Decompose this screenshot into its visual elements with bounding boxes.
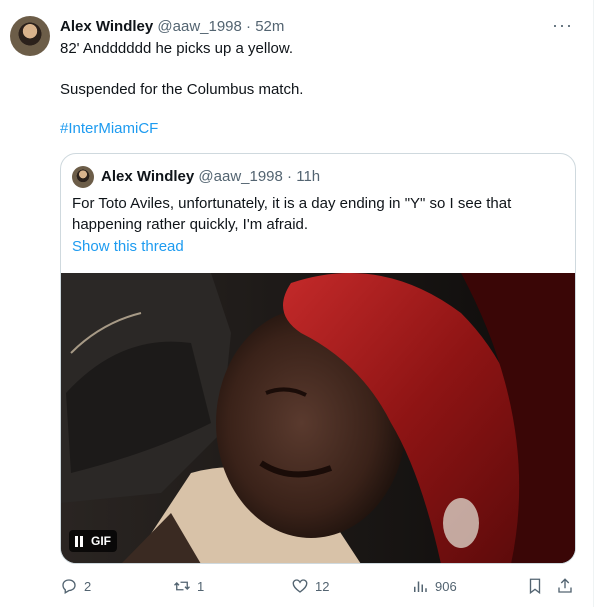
author-handle[interactable]: @aaw_1998 xyxy=(157,18,241,35)
gif-label: GIF xyxy=(91,534,111,548)
views-chart-icon xyxy=(414,581,427,592)
retweet-icon xyxy=(174,581,190,591)
tweet[interactable]: Alex Windley @aaw_1998 · 52m ··· 82' And… xyxy=(0,0,594,607)
reply-button[interactable]: 2 xyxy=(60,577,91,595)
gif-media[interactable]: GIF xyxy=(61,273,575,563)
like-count: 12 xyxy=(315,578,330,594)
gif-badge[interactable]: GIF xyxy=(69,530,117,552)
action-bar: 2 1 12 906 xyxy=(60,577,576,597)
tweet-header: Alex Windley @aaw_1998 · 52m xyxy=(60,18,284,35)
reply-icon xyxy=(62,579,76,594)
quoted-tweet-header: Alex Windley @aaw_1998 · 11h xyxy=(101,168,320,185)
quoted-text-line: For Toto Aviles, unfortunately, it is a … xyxy=(72,195,512,212)
quoted-tweet[interactable]: Alex Windley @aaw_1998 · 11h For Toto Av… xyxy=(60,153,576,564)
hashtag-link[interactable]: #InterMiamiCF xyxy=(60,120,158,137)
quoted-author-name: Alex Windley xyxy=(101,168,195,185)
show-thread-link[interactable]: Show this thread xyxy=(72,238,184,255)
pause-icon[interactable] xyxy=(75,535,83,547)
share-icon xyxy=(558,578,572,593)
retweet-button[interactable]: 1 xyxy=(173,577,204,595)
tweet-text-line: 82' Andddddd he picks up a yellow. xyxy=(60,40,294,57)
tweet-text-line: Suspended for the Columbus match. xyxy=(60,81,304,98)
author-avatar[interactable] xyxy=(10,16,50,56)
like-button[interactable]: 12 xyxy=(291,577,329,595)
views-button[interactable]: 906 xyxy=(411,577,457,595)
more-options-icon[interactable]: ··· xyxy=(552,16,573,34)
quoted-timestamp: 11h xyxy=(296,168,321,185)
bookmark-icon xyxy=(529,578,541,595)
retweet-count: 1 xyxy=(197,578,205,594)
separator-dot: · xyxy=(246,18,252,35)
heart-icon xyxy=(292,579,308,593)
quoted-author-handle: @aaw_1998 xyxy=(198,168,283,185)
separator-dot: · xyxy=(287,168,293,185)
author-name[interactable]: Alex Windley xyxy=(60,18,153,35)
reply-count: 2 xyxy=(84,578,92,594)
gif-frame-image xyxy=(61,273,575,563)
share-button[interactable] xyxy=(556,577,574,595)
quoted-author-avatar xyxy=(72,166,94,188)
bookmark-button[interactable] xyxy=(526,577,544,595)
views-count: 906 xyxy=(435,578,457,594)
quoted-text-line: happening rather quickly, I'm afraid. xyxy=(72,216,309,233)
tweet-timestamp[interactable]: 52m xyxy=(255,18,284,35)
